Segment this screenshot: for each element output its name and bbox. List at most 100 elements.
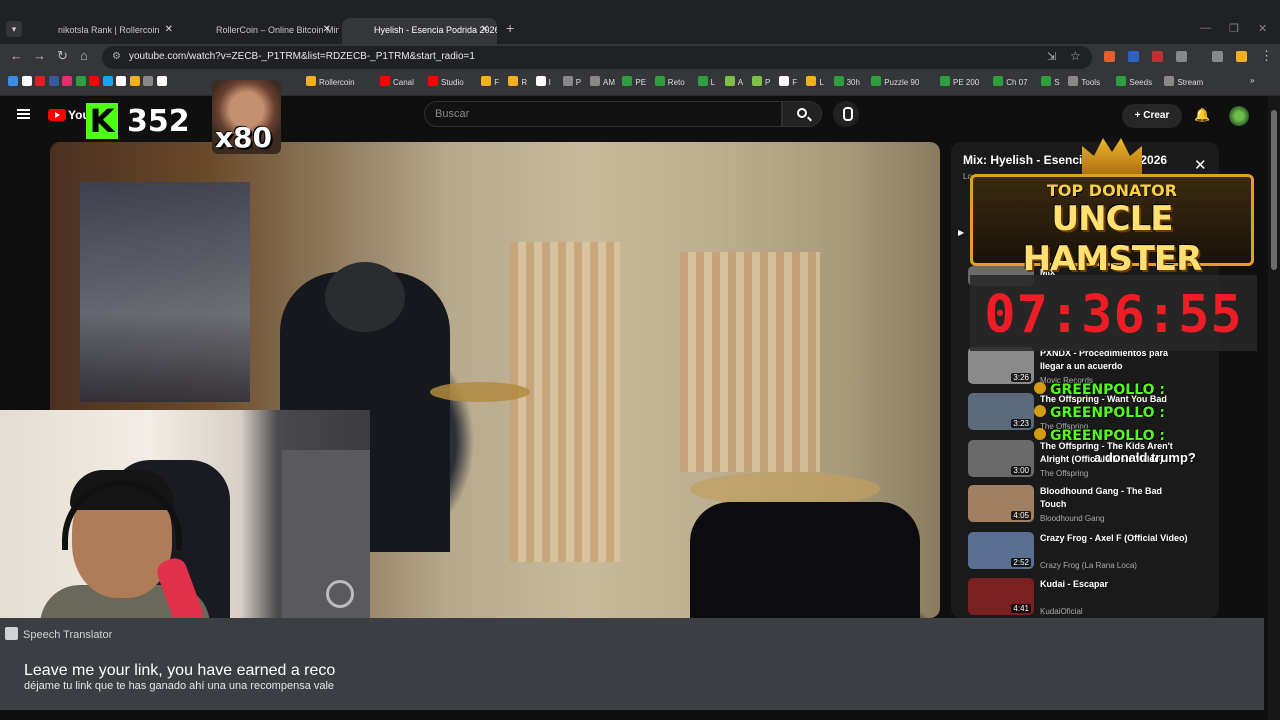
crown-icon [1082,138,1142,174]
bookmark-item[interactable]: PE [622,76,646,87]
bookmark-label: Seeds [1129,78,1153,87]
bookmark-icon[interactable] [143,76,156,87]
browser-menu-icon[interactable]: ⋮ [1260,48,1273,64]
forward-icon[interactable]: → [33,48,46,63]
profile-icon[interactable] [1236,51,1247,62]
tab-2[interactable]: Hyelish - Esencia Podrida 2026 ✕ [342,18,497,44]
bookmark-favicon-icon [116,76,126,86]
tab-1[interactable]: RollerCoin – Online Bitcoin Mini ✕ [184,18,339,44]
bookmark-star-icon[interactable]: ☆ [1070,49,1081,63]
bookmarks-overflow-icon[interactable]: » [1250,76,1254,85]
bookmark-item[interactable]: F [481,76,499,87]
install-app-icon[interactable]: ⇲ [1047,50,1056,63]
bookmark-label: F [494,78,500,87]
playlist-item[interactable]: 4:05 Bloodhound Gang - The Bad Touch Blood… [968,485,1208,529]
bookmark-icon[interactable] [129,76,143,87]
bookmark-favicon-icon [590,76,600,86]
new-tab-button[interactable]: + [506,20,514,36]
media-control-icon[interactable] [1212,51,1223,62]
bookmark-icon[interactable] [21,76,35,87]
extension-icon[interactable] [1152,51,1163,62]
address-bar[interactable]: ⚙ youtube.com/watch?v=ZECB-_P1TRM&list=R… [102,46,1092,69]
bookmark-item[interactable]: Seeds [1116,76,1152,87]
bookmark-item[interactable]: Puzzle 90 [871,76,919,87]
account-avatar[interactable] [1229,106,1249,126]
bookmark-item[interactable]: I [535,76,551,87]
bookmark-label: Stream [1177,78,1204,87]
extension-icon[interactable] [1128,51,1139,62]
bookmark-item[interactable]: L [697,76,715,87]
chat-alert: GREENPOLLO : [1034,382,1165,398]
search-box[interactable] [424,101,782,127]
tab-0[interactable]: nikotsla Rank | Rollercoin ✕ [26,18,181,44]
bookmark-favicon-icon [1116,76,1127,86]
bookmark-item[interactable]: Tools [1068,76,1100,87]
bookmark-icon[interactable] [8,76,21,87]
maximize-icon[interactable]: ❐ [1229,22,1239,35]
notifications-bell-icon[interactable]: 🔔 [1194,107,1210,123]
bookmark-favicon-icon [1041,76,1052,86]
minimize-icon[interactable]: — [1200,22,1211,34]
tab-close-icon[interactable]: ✕ [323,18,331,42]
window-close-icon[interactable]: ✕ [1258,22,1267,35]
bookmark-icon[interactable] [116,76,129,87]
youtube-header: You + Crear 🔔 [0,96,1280,136]
bookmark-label: P [575,78,582,87]
bookmark-item[interactable]: Studio [428,76,464,87]
bookmark-item[interactable]: Rollercoin [306,76,355,87]
bookmark-item[interactable]: R [508,76,527,87]
bookmark-icon[interactable] [35,76,48,87]
bookmark-item[interactable]: PE 200 [940,76,979,87]
bookmark-item[interactable]: Reto [654,76,685,87]
create-button[interactable]: + Crear [1122,104,1182,128]
bookmark-item[interactable]: 30h [833,76,860,87]
voice-search-icon[interactable] [833,101,859,127]
bookmark-icon[interactable] [48,76,62,87]
stream-timer: 07:36:55 [970,275,1257,351]
bookmark-item[interactable]: F [779,76,797,87]
bookmark-icon[interactable] [156,76,170,87]
tab-close-icon[interactable]: ✕ [165,18,173,42]
reload-icon[interactable]: ↻ [57,48,68,64]
scrollbar-thumb[interactable] [1271,110,1277,270]
page-scrollbar[interactable] [1268,96,1280,720]
bookmark-item[interactable]: S [1041,76,1060,87]
bookmark-icon[interactable] [102,76,116,87]
now-playing-arrow-icon: ▶ [958,228,965,237]
tab-close-icon[interactable]: ✕ [481,18,489,42]
bookmark-favicon-icon [752,76,762,86]
playlist-thumbnail: 2:52 [968,532,1034,569]
playlist-item[interactable]: 2:52 Crazy Frog - Axel F (Official Video)… [968,532,1208,576]
back-icon[interactable]: ← [10,48,23,63]
url-text[interactable]: youtube.com/watch?v=ZECB-_P1TRM&list=RDZ… [129,51,475,62]
bookmark-item[interactable]: L [806,76,824,87]
bookmark-icon[interactable] [89,76,102,87]
bookmark-item[interactable]: AM [590,76,615,87]
chat-alert-user: GREENPOLLO : [1050,428,1165,444]
video-duration: 3:26 [1011,373,1031,382]
site-info-icon[interactable]: ⚙ [112,51,121,62]
bookmark-favicon-icon [21,76,32,86]
bookmark-icon[interactable] [62,76,75,87]
bookmark-item[interactable]: P [562,76,582,87]
extension-icon[interactable] [1104,51,1115,62]
translate-icon [5,627,18,640]
tab-search-button[interactable]: ▾ [6,21,22,37]
bookmark-item[interactable]: Canal [380,76,414,87]
home-icon[interactable]: ⌂ [80,48,88,63]
bookmark-label: Canal [393,78,414,87]
bookmark-icon[interactable] [75,76,89,87]
search-button[interactable] [782,101,822,127]
menu-hamburger-icon[interactable] [17,109,30,119]
bookmark-item[interactable]: Stream [1164,76,1203,87]
chat-alert: GREENPOLLO : [1034,405,1165,421]
playlist-item[interactable]: 4:41 Kudai - Escapar KudaiOficial [968,578,1208,618]
bookmark-item[interactable]: A [724,76,743,87]
extensions-puzzle-icon[interactable] [1176,51,1187,62]
search-input[interactable] [425,102,781,126]
bookmark-item[interactable]: P [752,76,770,87]
youtube-logo-icon[interactable] [48,109,66,121]
bookmark-label: Rollercoin [319,78,355,87]
bookmark-item[interactable]: Ch 07 [993,76,1028,87]
playlist-thumbnail: 4:05 [968,485,1034,522]
